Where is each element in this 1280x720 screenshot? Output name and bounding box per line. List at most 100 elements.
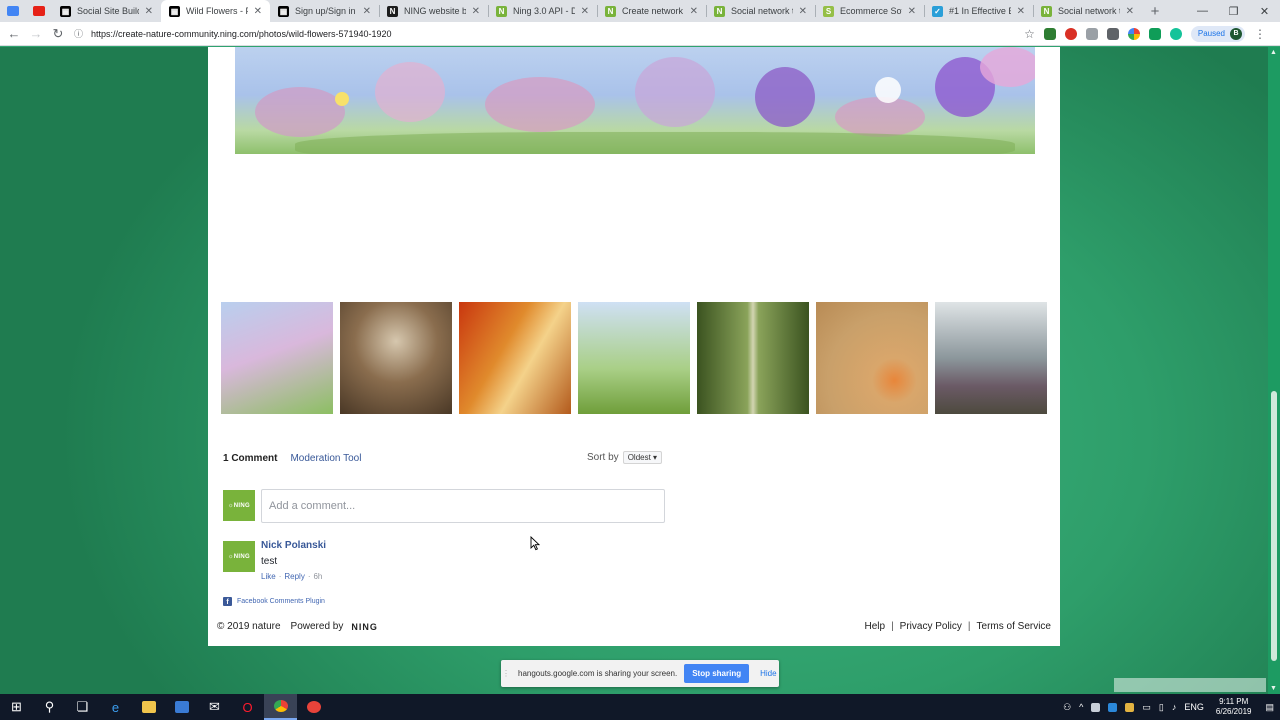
close-tab-icon[interactable]: ✕ <box>472 6 480 17</box>
opera-icon[interactable]: O <box>231 694 264 720</box>
windows-start-icon[interactable]: ⊞ <box>0 694 33 720</box>
copyright-text: © 2019 nature <box>217 621 281 632</box>
comment-author-link[interactable]: Nick Polanski <box>261 540 326 551</box>
browser-tab[interactable]: N Social network te ✕ <box>706 0 815 22</box>
browser-tab[interactable]: N NING website bu ✕ <box>379 0 488 22</box>
file-explorer-icon[interactable] <box>132 694 165 720</box>
close-tab-icon[interactable]: ✕ <box>363 6 371 17</box>
address-bar[interactable]: ⓘ https://create-nature-community.ning.c… <box>74 25 1039 43</box>
photo-thumbnail[interactable] <box>935 302 1047 414</box>
back-arrow-icon[interactable]: ← <box>3 23 25 45</box>
browser-tab[interactable]: S Ecommerce Softw ✕ <box>815 0 924 22</box>
close-tab-icon[interactable]: ✕ <box>581 6 589 17</box>
reload-icon[interactable]: ↻ <box>47 23 69 45</box>
shield-extension-icon[interactable] <box>1043 27 1056 40</box>
new-tab-plus-icon[interactable]: + <box>1142 0 1168 22</box>
pinned-tab-youtube[interactable] <box>26 0 52 22</box>
close-tab-icon[interactable]: ✕ <box>254 6 262 17</box>
facebook-comments-plugin[interactable]: f Facebook Comments Plugin <box>223 597 325 606</box>
browser-tab[interactable]: ✓ #1 In Effective Em ✕ <box>924 0 1033 22</box>
browser-tab[interactable]: ▦ Social Site Builder ✕ <box>52 0 161 22</box>
search-icon[interactable]: ⚲ <box>33 694 66 720</box>
scroll-up-icon[interactable]: ▲ <box>1270 49 1277 56</box>
hide-button[interactable]: Hide <box>760 669 776 678</box>
show-hidden-icons-chevron-icon[interactable]: ^ <box>1079 702 1083 712</box>
drag-handle-icon[interactable]: ⋮ <box>501 669 511 678</box>
close-tab-icon[interactable]: ✕ <box>1017 6 1025 17</box>
store-icon[interactable] <box>165 694 198 720</box>
volume-icon[interactable]: ♪ <box>1172 702 1177 712</box>
language-indicator[interactable]: ENG <box>1184 702 1204 712</box>
grid-extension-icon[interactable] <box>1085 27 1098 40</box>
ning-favicon-icon: N <box>387 5 398 17</box>
photo-thumbnail[interactable] <box>221 302 333 414</box>
browser-tab[interactable]: N Create network ✕ <box>597 0 706 22</box>
forward-arrow-icon[interactable]: → <box>25 23 47 45</box>
reply-link[interactable]: Reply <box>284 572 304 581</box>
scroll-down-icon[interactable]: ▼ <box>1270 685 1277 692</box>
network-icon[interactable]: ▭ <box>1142 702 1151 713</box>
tab-title: NING website bu <box>404 6 466 16</box>
menu-kebab-icon[interactable]: ⋮ <box>1254 27 1266 41</box>
close-tab-icon[interactable]: ✕ <box>145 6 153 17</box>
browser-tab-strip: ▦ Social Site Builder ✕ ▦ Wild Flowers -… <box>0 0 1280 22</box>
photo-thumbnail[interactable] <box>459 302 571 414</box>
notifications-icon[interactable]: ▤ <box>1265 702 1274 713</box>
page-viewport: 1 Comment Moderation Tool Sort by Oldest… <box>0 47 1268 694</box>
adblock-extension-icon[interactable] <box>1064 27 1077 40</box>
clock[interactable]: 9:11 PM 6/26/2019 <box>1216 697 1252 717</box>
plugin-label: Facebook Comments Plugin <box>237 598 325 605</box>
page-scrollbar[interactable]: ▲ ▼ <box>1268 47 1280 694</box>
sheets-extension-icon[interactable] <box>1148 27 1161 40</box>
photo-thumbnail[interactable] <box>340 302 452 414</box>
avatar: B <box>1230 27 1242 40</box>
edge-icon[interactable]: e <box>99 694 132 720</box>
browser-tab-active[interactable]: ▦ Wild Flowers - Ph ✕ <box>161 0 270 22</box>
photo-thumbnail[interactable] <box>697 302 809 414</box>
mail-icon[interactable]: ✉ <box>198 694 231 720</box>
powered-by-text: Powered by <box>290 621 344 632</box>
ning-logo[interactable]: NING <box>351 622 378 632</box>
close-tab-icon[interactable]: ✕ <box>908 6 916 17</box>
browser-tab[interactable]: ▦ Sign up/Sign in - ✕ <box>270 0 379 22</box>
page-info-icon[interactable]: ⓘ <box>74 27 83 40</box>
grammarly-extension-icon[interactable] <box>1169 27 1182 40</box>
like-link[interactable]: Like <box>261 572 276 581</box>
sort-order-select[interactable]: Oldest ▾ <box>622 451 663 464</box>
add-comment-input[interactable] <box>261 489 665 523</box>
browser-tab[interactable]: N Social network te ✕ <box>1033 0 1142 22</box>
stop-sharing-button[interactable]: Stop sharing <box>684 664 750 683</box>
close-tab-icon[interactable]: ✕ <box>690 6 698 17</box>
minimize-icon[interactable]: — <box>1187 0 1218 22</box>
privacy-policy-link[interactable]: Privacy Policy <box>900 621 962 632</box>
moderation-tool-link[interactable]: Moderation Tool <box>290 453 361 464</box>
close-tab-icon[interactable]: ✕ <box>1126 6 1134 17</box>
task-view-icon[interactable]: ❏ <box>66 694 99 720</box>
bookmark-star-icon[interactable]: ☆ <box>1024 27 1035 41</box>
profile-paused-badge[interactable]: Paused B <box>1190 25 1245 42</box>
clock-date: 6/26/2019 <box>1215 707 1252 716</box>
chrome-icon[interactable] <box>264 694 297 720</box>
pinned-tab-docs[interactable] <box>0 0 26 22</box>
network-extension-icon[interactable] <box>1106 27 1119 40</box>
color-picker-extension-icon[interactable] <box>1127 27 1140 40</box>
scrollbar-thumb[interactable] <box>1271 391 1277 661</box>
battery-icon[interactable]: ▯ <box>1159 702 1164 713</box>
video-mini-controls[interactable] <box>1114 678 1266 692</box>
ning-favicon-icon: N <box>714 5 725 17</box>
hangouts-icon[interactable] <box>297 694 330 720</box>
photo-thumbnail[interactable] <box>816 302 928 414</box>
skype-icon[interactable] <box>1108 702 1118 712</box>
photo-thumbnail[interactable] <box>578 302 690 414</box>
extension-tray: ☆ Paused B ⋮ <box>1024 25 1266 42</box>
close-window-icon[interactable]: ✕ <box>1249 0 1280 22</box>
help-link[interactable]: Help <box>864 621 885 632</box>
tray-app-icon[interactable] <box>1125 702 1135 712</box>
terms-of-service-link[interactable]: Terms of Service <box>977 621 1051 632</box>
restore-icon[interactable]: ❐ <box>1218 0 1249 22</box>
tray-app-icon[interactable] <box>1091 702 1101 712</box>
facebook-icon: f <box>223 597 232 606</box>
people-icon[interactable]: ⚇ <box>1063 702 1071 713</box>
close-tab-icon[interactable]: ✕ <box>799 6 807 17</box>
browser-tab[interactable]: N Ning 3.0 API - De ✕ <box>488 0 597 22</box>
